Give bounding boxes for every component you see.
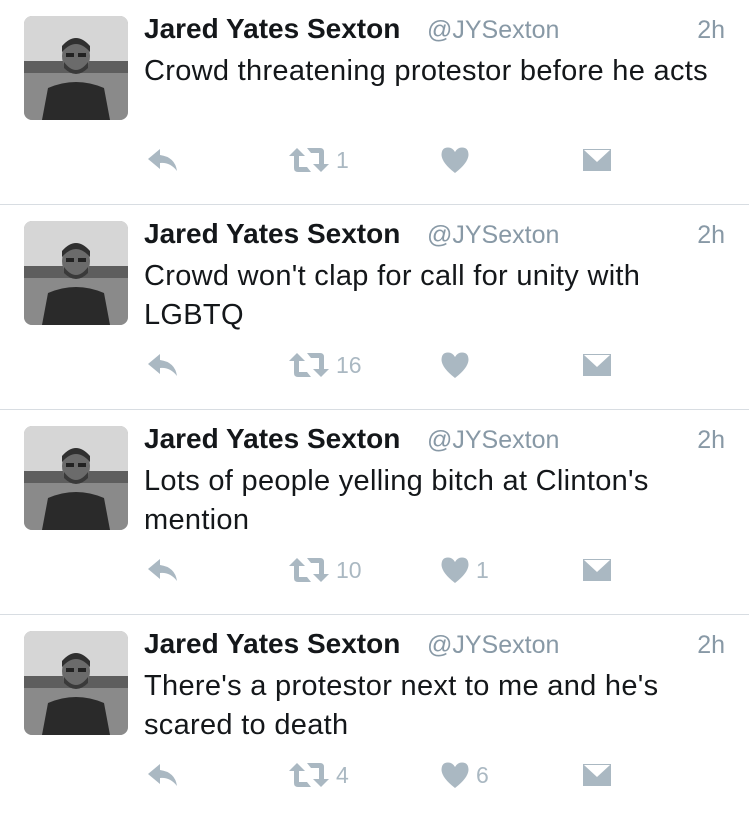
tweet-actions: 4 6 (0, 755, 749, 795)
tweet[interactable]: Jared Yates Sexton @JYSexton 2h Crowd wo… (0, 205, 749, 410)
envelope-icon (583, 354, 611, 376)
like-count: 6 (476, 761, 489, 788)
envelope-icon (583, 764, 611, 786)
like-count: 1 (476, 556, 489, 583)
retweet-count: 16 (336, 351, 362, 378)
dm-button[interactable] (582, 755, 612, 795)
heart-icon (441, 557, 469, 583)
tweet-actions: 10 1 (0, 550, 749, 590)
dm-button[interactable] (582, 140, 612, 180)
tweet-text: Crowd won't clap for call for unity with… (144, 260, 641, 331)
reply-button[interactable] (146, 140, 180, 180)
like-button[interactable] (440, 140, 476, 180)
retweet-button[interactable]: 4 (288, 755, 349, 795)
author-handle[interactable]: @JYSexton (427, 631, 559, 660)
tweet-text: There's a protestor next to me and he's … (144, 670, 659, 741)
like-button[interactable]: 6 (440, 755, 489, 795)
author-name[interactable]: Jared Yates Sexton (144, 628, 400, 660)
reply-icon (148, 764, 177, 786)
retweet-icon (289, 148, 329, 172)
author-handle[interactable]: @JYSexton (427, 426, 559, 455)
timeline: Jared Yates Sexton @JYSexton 2h Crowd th… (0, 0, 749, 807)
reply-button[interactable] (146, 345, 180, 385)
author-name[interactable]: Jared Yates Sexton (144, 13, 400, 45)
retweet-icon (289, 353, 329, 377)
reply-button[interactable] (146, 550, 180, 590)
envelope-icon (583, 559, 611, 581)
avatar[interactable] (24, 631, 128, 735)
heart-icon (441, 762, 469, 788)
author-name[interactable]: Jared Yates Sexton (144, 423, 400, 455)
avatar[interactable] (24, 221, 128, 325)
avatar[interactable] (24, 426, 128, 530)
tweet-actions: 1 (0, 140, 749, 180)
retweet-button[interactable]: 1 (288, 140, 349, 180)
tweet-actions: 16 (0, 345, 749, 385)
like-button[interactable]: 1 (440, 550, 489, 590)
dm-button[interactable] (582, 345, 612, 385)
author-handle[interactable]: @JYSexton (427, 16, 559, 45)
like-button[interactable] (440, 345, 476, 385)
reply-icon (148, 559, 177, 581)
tweet-text: Lots of people yelling bitch at Clinton'… (144, 465, 649, 536)
avatar[interactable] (24, 16, 128, 120)
retweet-count: 10 (336, 556, 362, 583)
tweet[interactable]: Jared Yates Sexton @JYSexton 2h There's … (0, 615, 749, 820)
heart-icon (441, 147, 469, 173)
timestamp[interactable]: 2h (697, 426, 725, 455)
retweet-button[interactable]: 10 (288, 550, 362, 590)
envelope-icon (583, 149, 611, 171)
dm-button[interactable] (582, 550, 612, 590)
tweet[interactable]: Jared Yates Sexton @JYSexton 2h Lots of … (0, 410, 749, 615)
retweet-icon (289, 763, 329, 787)
timestamp[interactable]: 2h (697, 631, 725, 660)
tweet-text: Crowd threatening protestor before he ac… (144, 55, 708, 87)
heart-icon (441, 352, 469, 378)
retweet-icon (289, 558, 329, 582)
reply-button[interactable] (146, 755, 180, 795)
author-handle[interactable]: @JYSexton (427, 221, 559, 250)
reply-icon (148, 149, 177, 171)
retweet-button[interactable]: 16 (288, 345, 362, 385)
tweet[interactable]: Jared Yates Sexton @JYSexton 2h Crowd th… (0, 0, 749, 205)
author-name[interactable]: Jared Yates Sexton (144, 218, 400, 250)
reply-icon (148, 354, 177, 376)
retweet-count: 1 (336, 146, 349, 173)
timestamp[interactable]: 2h (697, 16, 725, 45)
retweet-count: 4 (336, 761, 349, 788)
timestamp[interactable]: 2h (697, 221, 725, 250)
